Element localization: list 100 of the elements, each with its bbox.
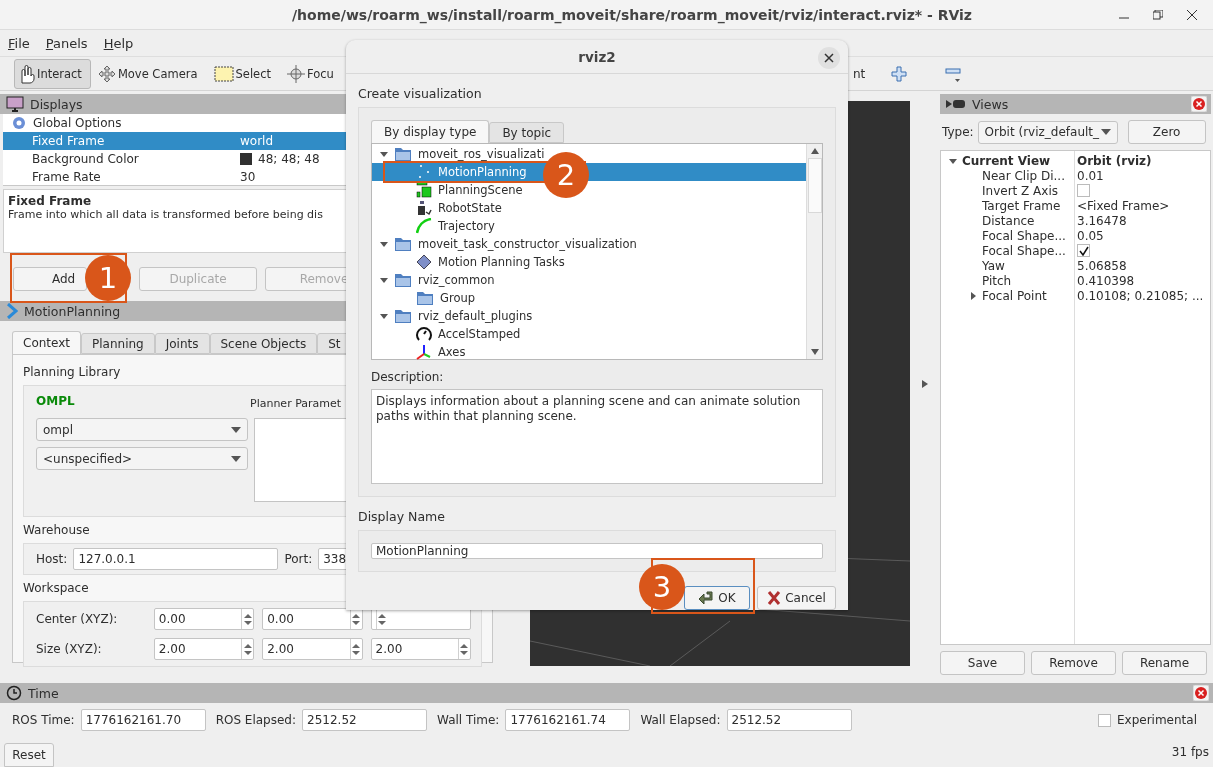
expanded-arrow-icon — [380, 150, 388, 158]
tab[interactable]: Context — [12, 331, 81, 354]
group-label: Planner Paramet — [250, 395, 342, 412]
property-value: 3.16478 — [1077, 213, 1127, 228]
menu-item[interactable]: File — [6, 35, 32, 51]
view-type-dropdown[interactable]: Orbit (rviz_default_ — [977, 120, 1118, 144]
display-type-item[interactable]: Axes — [372, 343, 806, 361]
display-name-field[interactable]: MotionPlanning — [371, 543, 823, 559]
field-label: Wall Elapsed: — [640, 713, 721, 727]
time-field[interactable]: 2512.52 — [302, 709, 428, 731]
close-button[interactable] — [818, 47, 840, 69]
tab[interactable]: Joints — [154, 333, 210, 354]
folder-icon — [416, 290, 434, 306]
field-label: Port: — [284, 552, 313, 566]
property-name[interactable]: Focal Shape... — [982, 228, 1066, 243]
cross-icon — [767, 591, 782, 605]
property-name: Fixed Frame — [32, 134, 105, 148]
crosshair-icon — [287, 64, 305, 83]
property-name[interactable]: Invert Z Axis — [982, 183, 1058, 198]
property-name[interactable]: Current View — [962, 153, 1051, 168]
tab[interactable]: Scene Objects — [209, 333, 318, 354]
cancel-button[interactable]: Cancel — [757, 586, 836, 610]
group-label: Warehouse — [23, 523, 90, 537]
tool-button[interactable]: Move Camera — [94, 58, 207, 89]
number-field[interactable]: 2.00 — [153, 638, 255, 660]
description-text: Displays information about a planning scene and can animate solution paths within that planning scene. — [371, 389, 823, 484]
property-name[interactable]: Distance — [982, 213, 1035, 228]
spin-down-icon — [352, 620, 361, 625]
dropdown-arrow-icon — [1100, 129, 1111, 135]
display-type-item[interactable]: RobotState — [372, 199, 806, 217]
expanded-arrow-icon — [380, 240, 388, 248]
tool-button[interactable]: Select — [210, 58, 280, 89]
view-button[interactable]: Save — [940, 651, 1025, 675]
number-field[interactable] — [370, 608, 471, 630]
checkmark-icon — [1078, 245, 1089, 256]
panel-button[interactable]: Add — [13, 267, 87, 291]
category-item[interactable]: moveit_task_constructor_visualization — [372, 235, 806, 253]
display-type-item[interactable]: Group — [372, 289, 806, 307]
dots-icon — [416, 164, 432, 180]
checkbox[interactable] — [1077, 244, 1090, 257]
view-button[interactable]: Remove — [1031, 651, 1116, 675]
number-field[interactable]: 2.00 — [370, 638, 471, 660]
number-field[interactable]: 0.00 — [262, 608, 363, 630]
zero-button[interactable]: Zero — [1127, 120, 1206, 144]
tool-button[interactable]: Focu — [284, 58, 343, 89]
maximize-icon[interactable] — [1153, 9, 1163, 20]
collapsed-arrow-icon[interactable] — [922, 379, 928, 388]
field-label: Center (XYZ): — [36, 612, 119, 626]
time-field[interactable]: 1776162161.70 — [80, 709, 206, 731]
number-field[interactable]: 0.00 — [153, 608, 255, 630]
planner-dropdown[interactable]: <unspecified> — [36, 447, 248, 470]
property-name[interactable]: Focal Point — [982, 288, 1047, 303]
plus-icon[interactable] — [891, 65, 908, 82]
tool-label[interactable]: nt — [853, 66, 866, 81]
property-value: 0.01 — [1077, 168, 1104, 183]
checkbox[interactable] — [1077, 184, 1090, 197]
view-button[interactable]: Rename — [1122, 651, 1207, 675]
checkbox[interactable] — [1097, 713, 1111, 727]
monitor-icon — [6, 96, 24, 112]
property-name[interactable]: Pitch — [982, 273, 1012, 288]
number-field[interactable]: 2.00 — [262, 638, 363, 660]
arc-icon — [416, 218, 432, 234]
spin-down-icon — [460, 650, 469, 655]
selection-icon — [213, 65, 234, 82]
time-field[interactable]: 1776162161.74 — [505, 709, 631, 731]
dropdown-arrow-icon — [231, 426, 241, 433]
property-name[interactable]: Focal Shape... — [982, 243, 1066, 258]
spin-up-icon — [352, 613, 361, 618]
tab[interactable]: Planning — [81, 333, 155, 354]
dialog-title: rviz2 — [578, 48, 616, 65]
host-field[interactable]: 127.0.0.1 — [73, 548, 279, 570]
close-icon — [824, 53, 834, 63]
field-label: ROS Elapsed: — [215, 713, 297, 727]
property-name[interactable]: Near Clip Di... — [982, 168, 1065, 183]
group-label: Planning Library — [23, 365, 121, 379]
tab[interactable]: By display type — [371, 120, 490, 143]
menu-item[interactable]: Help — [101, 35, 136, 51]
scroll-thumb[interactable] — [807, 158, 822, 213]
scrollbar[interactable] — [806, 144, 822, 359]
display-type-item[interactable]: Trajectory — [372, 217, 806, 235]
spin-up-icon — [243, 643, 252, 648]
tab[interactable]: By topic — [489, 122, 565, 143]
expanded-arrow-icon — [380, 276, 388, 284]
spin-up-icon — [378, 613, 387, 618]
property-name[interactable]: Yaw — [982, 258, 1005, 273]
close-icon[interactable] — [1187, 9, 1197, 20]
ok-button[interactable]: OK — [684, 586, 750, 610]
time-field[interactable]: 2512.52 — [726, 709, 852, 731]
property-name[interactable]: Target Frame — [982, 198, 1061, 213]
property-value: 0.410398 — [1077, 273, 1135, 288]
category-item[interactable]: rviz_default_plugins — [372, 307, 806, 325]
field-label: ROS Time: — [12, 713, 75, 727]
folder-icon — [394, 272, 412, 288]
field-label: Type: — [942, 125, 974, 139]
display-type-item[interactable]: AccelStamped — [372, 325, 806, 343]
reset-button[interactable]: Reset — [4, 743, 54, 767]
tool-button[interactable]: Interact — [14, 58, 91, 89]
clock-icon — [6, 685, 22, 701]
pipeline-dropdown[interactable]: ompl — [36, 418, 248, 441]
menu-item[interactable]: Panels — [43, 35, 90, 51]
